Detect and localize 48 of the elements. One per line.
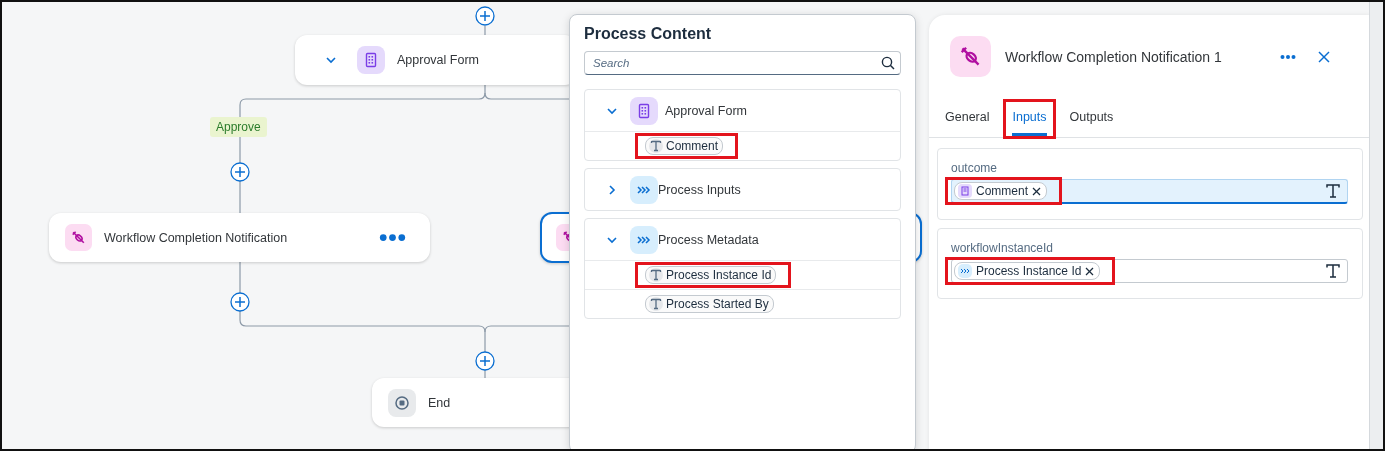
search-icon[interactable] <box>881 56 895 70</box>
chevron-down-icon[interactable] <box>325 54 337 66</box>
chevron-right-icon[interactable] <box>606 183 618 196</box>
remove-icon[interactable] <box>1032 186 1041 196</box>
tab[interactable]: Inputs <box>1012 102 1047 136</box>
text-type-icon <box>649 268 663 282</box>
panel-title: Workflow Completion Notification 1 <box>1005 48 1223 65</box>
connector-line <box>484 25 486 36</box>
flow-node[interactable]: Workflow Completion Notification <box>49 213 430 262</box>
tab[interactable]: Outputs <box>1069 102 1114 136</box>
text-field-token[interactable]: Process Instance Id <box>645 266 777 284</box>
add-icon[interactable] <box>230 162 250 182</box>
add-icon[interactable] <box>475 6 495 26</box>
chevrons-icon <box>630 175 658 204</box>
more-icon[interactable] <box>1280 53 1296 60</box>
variable-token[interactable]: Comment <box>954 182 1047 200</box>
form-icon <box>630 96 658 125</box>
node-title: End <box>428 395 451 410</box>
chevrons-icon <box>958 264 972 278</box>
remove-icon[interactable] <box>1085 266 1095 276</box>
slashed-ring-icon <box>65 224 92 251</box>
search-field[interactable]: Search <box>584 51 901 75</box>
text-type-icon[interactable] <box>1325 183 1341 199</box>
node-title: Workflow Completion Notification <box>104 230 288 245</box>
text-type-icon[interactable] <box>1325 263 1341 279</box>
chevrons-icon <box>630 225 658 254</box>
branch-label: Approve <box>210 117 267 137</box>
variable-token[interactable]: Process Instance Id <box>954 262 1101 280</box>
form-icon <box>958 184 972 198</box>
field-label: outcome <box>951 161 999 175</box>
group-title[interactable]: Process Inputs <box>658 182 741 197</box>
group-title[interactable]: Approval Form <box>665 103 747 118</box>
node-title: Approval Form <box>397 53 479 67</box>
text-field-token[interactable]: Comment <box>645 137 723 155</box>
field-label: workflowInstanceId <box>951 241 1055 255</box>
scrollbar[interactable] <box>1369 2 1383 449</box>
form-icon <box>357 46 385 74</box>
group-title[interactable]: Process Metadata <box>658 232 759 247</box>
popover-title: Process Content <box>584 25 713 43</box>
close-icon[interactable] <box>1318 50 1330 63</box>
text-type-icon <box>649 139 663 153</box>
slashed-ring-icon <box>950 36 991 77</box>
tab[interactable]: General <box>945 102 990 136</box>
text-field-token[interactable]: Process Started By <box>645 295 774 313</box>
text-type-icon <box>649 297 663 311</box>
add-icon[interactable] <box>230 292 250 312</box>
stop-icon <box>388 388 416 417</box>
add-icon[interactable] <box>475 351 495 371</box>
